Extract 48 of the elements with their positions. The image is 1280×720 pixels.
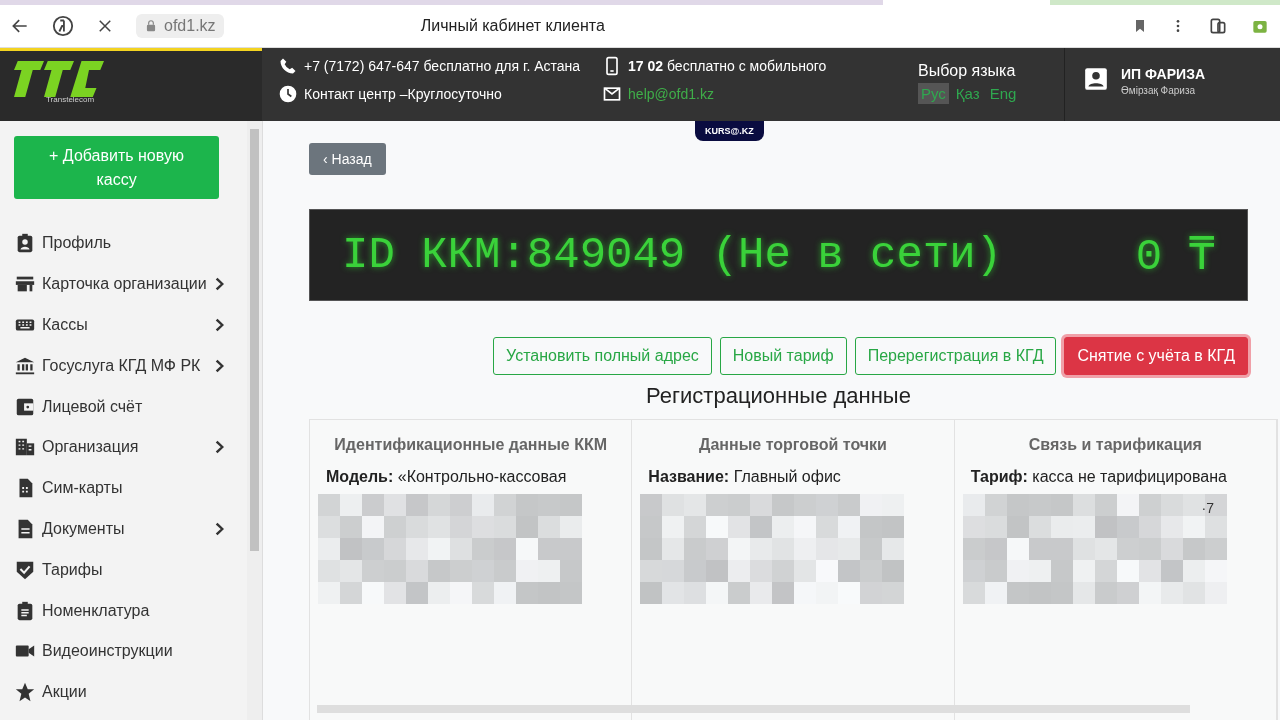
field-text: Название: Главный офис <box>648 468 842 486</box>
page-title: Личный кабинет клиента <box>419 17 606 35</box>
sidebar-item[interactable]: Карточка организации <box>14 263 224 305</box>
partial-text: ·7 <box>1201 500 1214 516</box>
language-label: Выбор языка <box>918 62 1017 80</box>
scrollbar[interactable] <box>247 121 262 720</box>
balance-text: 0 ₸ <box>1135 231 1215 282</box>
sidebar-item[interactable]: Лицевой счёт <box>14 386 224 427</box>
brand-name: Transtelecom <box>46 95 96 104</box>
lock-icon <box>144 19 158 33</box>
browser-logo-icon <box>52 15 74 37</box>
sidebar-item[interactable]: Сим-карты <box>14 467 224 509</box>
back-button[interactable]: ‹ Назад <box>309 143 386 175</box>
mobile-text: 17 02 бесплатно с мобильного <box>628 58 827 74</box>
site-badge: KURS@.KZ <box>695 121 764 141</box>
language-option[interactable]: Қаз <box>952 83 983 104</box>
register-status-text: ID ККМ:849049 (Не в сети) <box>342 230 1003 280</box>
url-text: ofd1.kz <box>164 17 216 35</box>
sidebar-item[interactable]: Кассы <box>14 304 224 346</box>
user-icon <box>1083 66 1109 92</box>
sidebar-item[interactable]: Акции <box>14 671 224 713</box>
sidebar-item[interactable]: Госуслуга КГД МФ РК <box>14 345 224 387</box>
panel-title: Связь и тарификация <box>1027 436 1203 454</box>
field-text: Тариф: касса не тарифицирована <box>970 468 1228 486</box>
contact-center-text: Контакт центр –Круглосуточно <box>304 86 502 102</box>
action-button[interactable]: Снятие с учёта в КГД <box>1064 337 1248 375</box>
sidebar-item[interactable]: Документы <box>14 508 224 550</box>
user-name: ИП ФАРИЗА <box>1121 66 1205 82</box>
panel-title: Идентификационные данные ККМ <box>333 436 608 454</box>
sidebar-item[interactable]: Номенклатура <box>14 590 224 631</box>
mail-icon <box>602 84 623 104</box>
sidebar-item[interactable]: Организация <box>14 427 224 468</box>
field-text: Модель: «Контрольно-кассовая <box>326 468 568 486</box>
sidebar-item[interactable]: Тарифы <box>14 549 224 591</box>
language-option[interactable]: Eng <box>986 83 1020 104</box>
address-field[interactable]: ofd1.kz <box>136 14 224 38</box>
phone-icon <box>278 56 298 76</box>
sidebar-item[interactable]: Видеоинструкции <box>14 630 224 672</box>
sidebar-item[interactable]: Профиль <box>14 223 224 264</box>
email-link[interactable]: help@ofd1.kz <box>628 86 714 102</box>
clock-icon <box>278 84 298 104</box>
extension-icon <box>1208 16 1228 36</box>
user-full-name: Өмірзақ Фариза <box>1121 85 1197 96</box>
logo-icon <box>14 61 104 97</box>
scrollbar[interactable] <box>317 705 1190 713</box>
section-title: Регистрационные данные <box>645 383 912 409</box>
phone-text: +7 (7172) 647-647 бесплатно для г. Астана <box>304 58 581 74</box>
panel-title: Данные торговой точки <box>698 436 888 454</box>
